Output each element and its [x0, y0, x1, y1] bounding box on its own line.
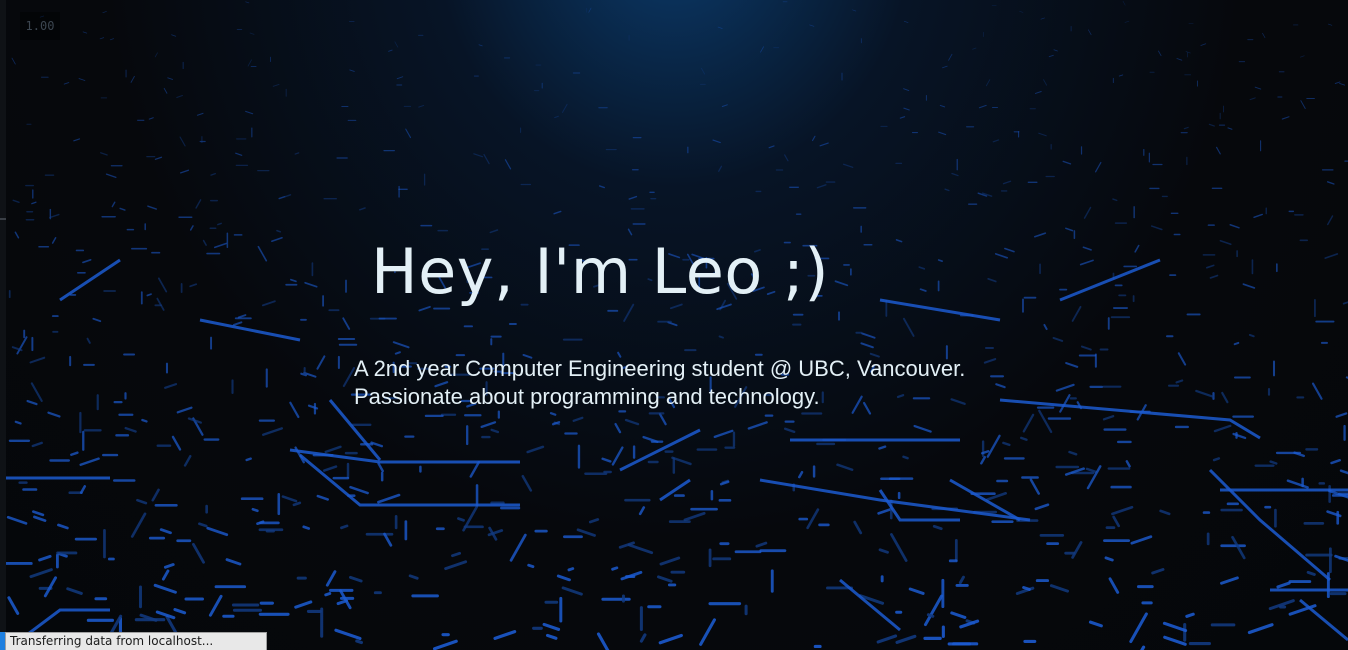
- page: 1.00 Hey, I'm Leo ;) A 2nd year Computer…: [0, 0, 1348, 650]
- status-bar: Transferring data from localhost...: [5, 632, 267, 650]
- left-edge-mark: [0, 218, 6, 220]
- hero-description-line-1: A 2nd year Computer Engineering student …: [354, 356, 966, 381]
- hero-description: A 2nd year Computer Engineering student …: [354, 355, 965, 411]
- fps-meter: 1.00: [20, 12, 60, 40]
- circuit-board-background: [4, 0, 1348, 650]
- left-edge-bar: [0, 0, 6, 650]
- hero-description-line-2: Passionate about programming and technol…: [354, 384, 820, 409]
- hero-title: Hey, I'm Leo ;): [371, 235, 830, 308]
